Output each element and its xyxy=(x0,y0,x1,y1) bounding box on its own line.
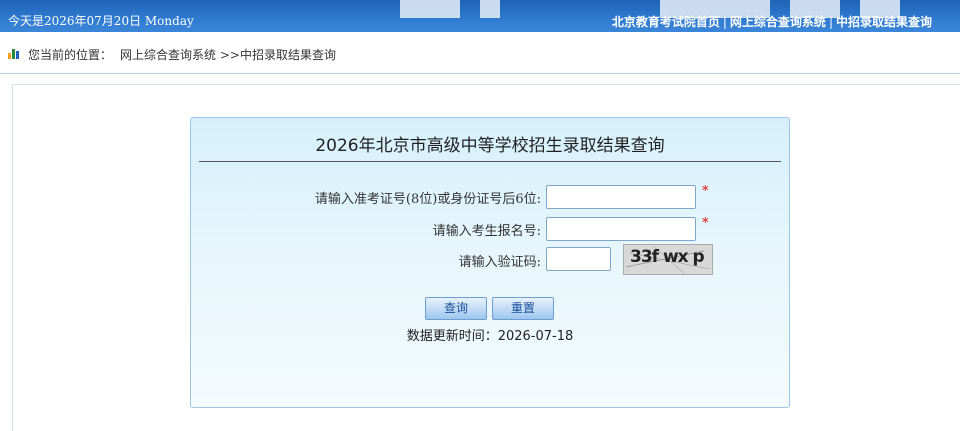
captcha-label: 请输入验证码: xyxy=(458,255,541,270)
data-update-time: 数据更新时间：2026-07-18 xyxy=(191,325,789,344)
separator: | xyxy=(828,15,833,29)
link-exam-home[interactable]: 北京教育考试院首页 xyxy=(612,15,720,29)
captcha-image[interactable]: 33f wx p xyxy=(623,244,713,275)
title-divider xyxy=(199,161,781,162)
top-bar: 今天是2026年07月20日 Monday 北京教育考试院首页 | 网上综合查询系统… xyxy=(0,0,960,32)
registration-number-label: 请输入考生报名号: xyxy=(432,224,541,239)
reset-button[interactable]: 重置 xyxy=(492,297,554,320)
registration-number-input[interactable] xyxy=(546,217,696,241)
location-icon xyxy=(8,49,20,59)
link-admission-result[interactable]: 中招录取结果查询 xyxy=(836,15,932,29)
breadcrumb-path: 网上综合查询系统 >>中招录取结果查询 xyxy=(120,48,336,62)
captcha-input[interactable] xyxy=(546,247,611,271)
breadcrumb-prefix: 您当前的位置： xyxy=(28,48,113,62)
query-panel: 2026年北京市高级中等学校招生录取结果查询 请输入准考证号(8位)或身份证号后… xyxy=(190,117,790,408)
captcha-text: 33f wx p xyxy=(630,247,705,267)
update-date: 2026-07-18 xyxy=(497,329,574,344)
separator: | xyxy=(722,15,727,29)
current-date: 今天是2026年07月20日 Monday xyxy=(8,14,194,28)
update-label: 数据更新时间： xyxy=(406,329,498,344)
breadcrumb: 您当前的位置： 网上综合查询系统 >>中招录取结果查询 xyxy=(0,32,960,74)
ticket-id-label: 请输入准考证号(8位)或身份证号后6位: xyxy=(314,192,541,207)
page-title: 2026年北京市高级中等学校招生录取结果查询 xyxy=(315,136,665,156)
top-nav-links: 北京教育考试院首页 | 网上综合查询系统 | 中招录取结果查询 xyxy=(612,13,932,30)
required-mark: * xyxy=(702,216,709,231)
ticket-id-input[interactable] xyxy=(546,185,696,209)
required-mark: * xyxy=(702,184,709,199)
link-query-system[interactable]: 网上综合查询系统 xyxy=(730,15,826,29)
query-button[interactable]: 查询 xyxy=(425,297,487,320)
breadcrumb-text: 您当前的位置： 网上综合查询系统 >>中招录取结果查询 xyxy=(28,46,336,63)
